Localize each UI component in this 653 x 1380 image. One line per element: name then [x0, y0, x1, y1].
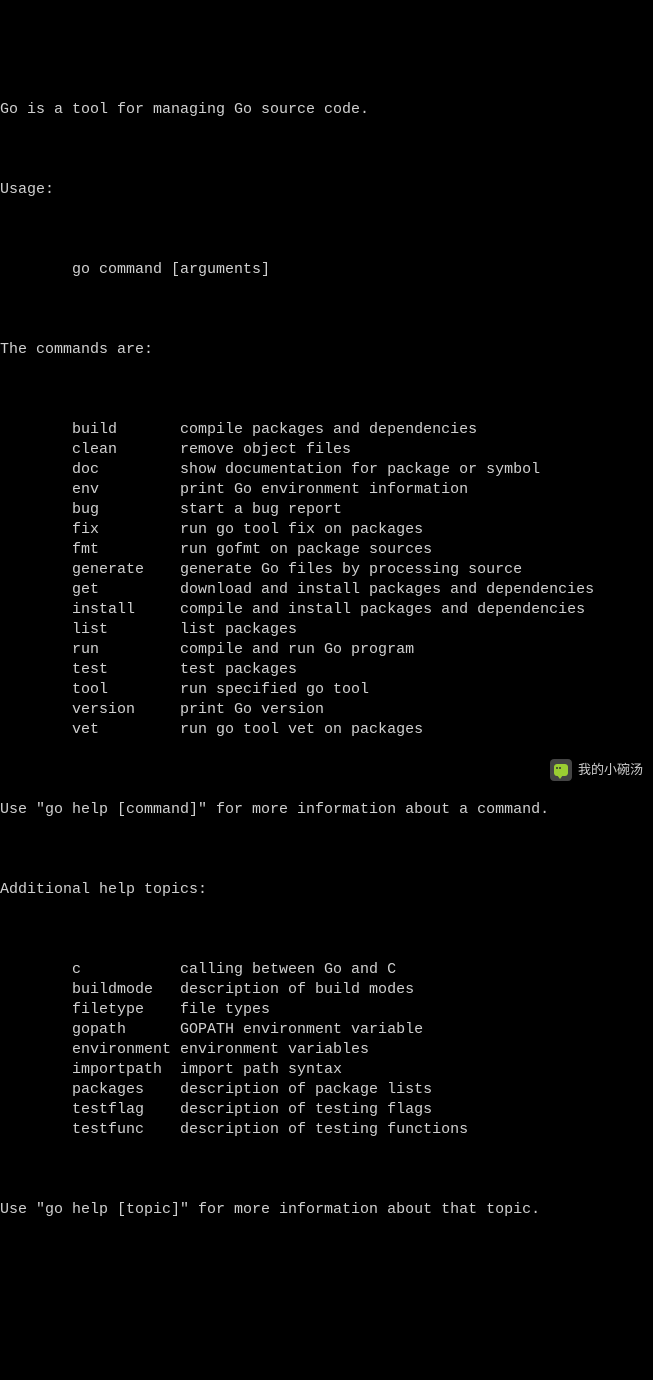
usage-label: Usage: — [0, 180, 653, 200]
topic-row: c calling between Go and C — [0, 960, 653, 980]
topic-row: testfunc description of testing function… — [0, 1120, 653, 1140]
command-row: fix run go tool fix on packages — [0, 520, 653, 540]
topic-row: gopath GOPATH environment variable — [0, 1020, 653, 1040]
topic-row: importpath import path syntax — [0, 1060, 653, 1080]
watermark: 我的小碗汤 — [550, 759, 643, 781]
topic-row: packages description of package lists — [0, 1080, 653, 1100]
command-row: test test packages — [0, 660, 653, 680]
blank-line — [0, 1160, 653, 1180]
command-row: tool run specified go tool — [0, 680, 653, 700]
help-topic-line: Use "go help [topic]" for more informati… — [0, 1200, 653, 1220]
help-command-line: Use "go help [command]" for more informa… — [0, 800, 653, 820]
command-row: fmt run gofmt on package sources — [0, 540, 653, 560]
topic-row: testflag description of testing flags — [0, 1100, 653, 1120]
blank-line — [0, 220, 653, 240]
topics-list: c calling between Go and C buildmode des… — [0, 960, 653, 1140]
command-row: list list packages — [0, 620, 653, 640]
command-row: vet run go tool vet on packages — [0, 720, 653, 740]
watermark-text: 我的小碗汤 — [578, 760, 643, 780]
command-row: env print Go environment information — [0, 480, 653, 500]
topic-row: buildmode description of build modes — [0, 980, 653, 1000]
topic-row: filetype file types — [0, 1000, 653, 1020]
blank-line — [0, 140, 653, 160]
topic-row: environment environment variables — [0, 1040, 653, 1060]
intro-line: Go is a tool for managing Go source code… — [0, 100, 653, 120]
command-row: clean remove object files — [0, 440, 653, 460]
command-row: run compile and run Go program — [0, 640, 653, 660]
blank-line — [0, 300, 653, 320]
command-row: get download and install packages and de… — [0, 580, 653, 600]
wechat-icon — [550, 759, 572, 781]
command-row: build compile packages and dependencies — [0, 420, 653, 440]
blank-line — [0, 840, 653, 860]
blank-line — [0, 380, 653, 400]
command-row: install compile and install packages and… — [0, 600, 653, 620]
topics-header: Additional help topics: — [0, 880, 653, 900]
command-row: version print Go version — [0, 700, 653, 720]
command-row: doc show documentation for package or sy… — [0, 460, 653, 480]
command-row: bug start a bug report — [0, 500, 653, 520]
usage-line: go command [arguments] — [0, 260, 653, 280]
blank-line — [0, 920, 653, 940]
command-row: generate generate Go files by processing… — [0, 560, 653, 580]
commands-list: build compile packages and dependencies … — [0, 420, 653, 740]
terminal-output: Go is a tool for managing Go source code… — [0, 80, 653, 1240]
commands-header: The commands are: — [0, 340, 653, 360]
